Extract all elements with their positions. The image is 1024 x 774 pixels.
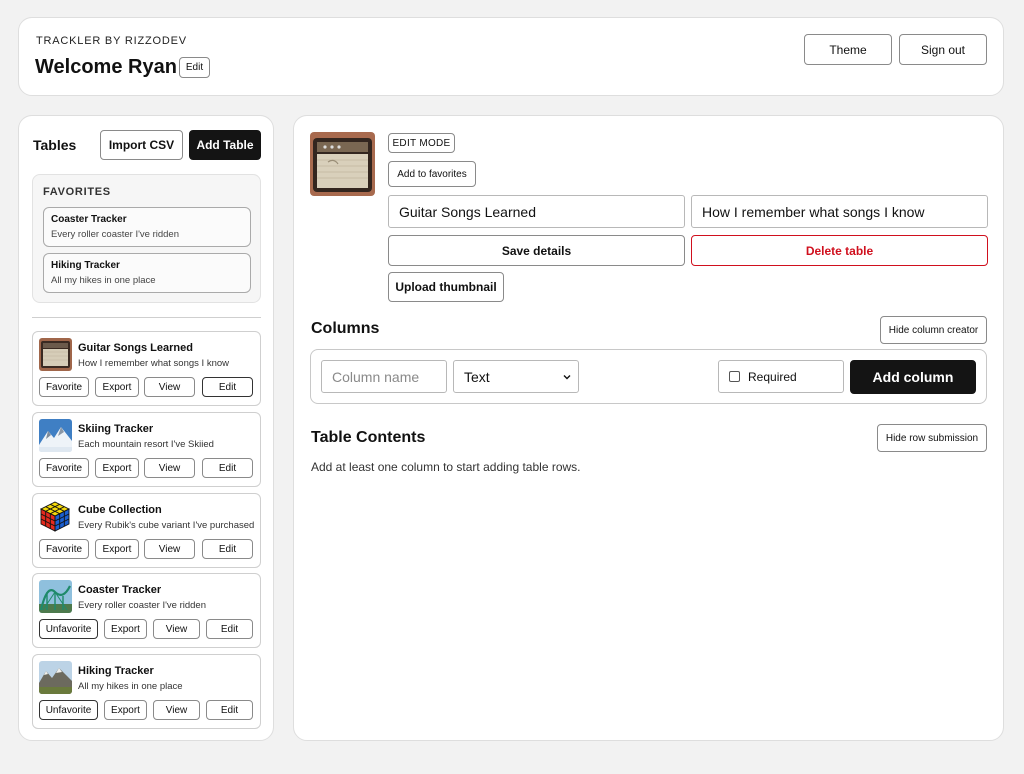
add-column-button[interactable]: Add column [850, 360, 976, 394]
edit-button[interactable]: Edit [202, 458, 253, 478]
edit-button[interactable]: Edit [206, 700, 253, 720]
table-title: Coaster Tracker [78, 584, 162, 596]
table-card: Guitar Songs Learned How I remember what… [32, 331, 261, 406]
table-title: Hiking Tracker [78, 665, 154, 677]
column-type-value: Text [464, 368, 490, 385]
mountains-icon [39, 661, 72, 694]
welcome-title: Welcome Ryan [35, 56, 177, 78]
hide-column-creator-button[interactable]: Hide column creator [880, 316, 987, 344]
edit-name-button[interactable]: Edit [179, 57, 210, 78]
table-desc: How I remember what songs I know [78, 358, 230, 369]
delete-table-button[interactable]: Delete table [691, 235, 988, 266]
add-to-favorites-button[interactable]: Add to favorites [388, 161, 476, 187]
table-contents-title: Table Contents [311, 429, 426, 446]
table-desc: All my hikes in one place [78, 681, 183, 692]
hide-row-submission-button[interactable]: Hide row submission [877, 424, 987, 452]
view-button[interactable]: View [144, 377, 195, 397]
unfavorite-button[interactable]: Unfavorite [39, 619, 98, 639]
favorite-desc: All my hikes in one place [51, 275, 156, 286]
export-button[interactable]: Export [95, 539, 139, 559]
table-title: Skiing Tracker [78, 423, 154, 435]
table-editor-panel: EDIT MODE Add to favorites Guitar Songs … [293, 115, 1004, 741]
table-title: Cube Collection [78, 504, 162, 516]
view-button[interactable]: View [144, 539, 195, 559]
table-card: Hiking Tracker All my hikes in one place… [32, 654, 261, 729]
app-eyebrow: TRACKLER BY RIZZODEV [36, 35, 187, 47]
favorites-heading: FAVORITES [43, 186, 111, 198]
table-desc: Every Rubik's cube variant I've purchase… [78, 520, 255, 531]
mountain-snow-icon [39, 419, 72, 452]
add-table-button[interactable]: Add Table [189, 130, 261, 160]
export-button[interactable]: Export [104, 700, 147, 720]
edit-mode-badge: EDIT MODE [388, 133, 455, 153]
amp-icon [39, 338, 72, 371]
table-card: Coaster Tracker Every roller coaster I'v… [32, 573, 261, 648]
column-name-input[interactable]: Column name [321, 360, 447, 393]
favorite-item[interactable]: Coaster Tracker Every roller coaster I'v… [43, 207, 251, 247]
favorites-panel: FAVORITES Coaster Tracker Every roller c… [32, 174, 261, 303]
favorite-desc: Every roller coaster I've ridden [51, 229, 180, 240]
import-csv-button[interactable]: Import CSV [100, 130, 183, 160]
column-type-select[interactable]: Text [453, 360, 579, 393]
table-name-field[interactable]: Guitar Songs Learned [388, 195, 685, 228]
empty-table-message: Add at least one column to start adding … [311, 460, 581, 474]
table-card: Cube Collection Every Rubik's cube varia… [32, 493, 261, 568]
theme-button[interactable]: Theme [804, 34, 892, 65]
export-button[interactable]: Export [104, 619, 147, 639]
sidebar-divider [32, 317, 261, 318]
favorite-button[interactable]: Favorite [39, 377, 89, 397]
edit-button[interactable]: Edit [206, 619, 253, 639]
tables-sidebar: Tables Import CSV Add Table FAVORITES Co… [18, 115, 274, 741]
required-toggle[interactable]: Required [718, 360, 844, 393]
edit-button[interactable]: Edit [202, 539, 253, 559]
view-button[interactable]: View [153, 700, 200, 720]
table-description-field[interactable]: How I remember what songs I know [691, 195, 988, 228]
table-card: Skiing Tracker Each mountain resort I've… [32, 412, 261, 487]
upload-thumbnail-button[interactable]: Upload thumbnail [388, 272, 504, 302]
table-title: Guitar Songs Learned [78, 342, 193, 354]
table-desc: Every roller coaster I've ridden [78, 600, 207, 611]
required-label: Required [748, 369, 797, 384]
view-button[interactable]: View [144, 458, 195, 478]
favorite-button[interactable]: Favorite [39, 458, 89, 478]
unfavorite-button[interactable]: Unfavorite [39, 700, 98, 720]
columns-title: Columns [311, 320, 380, 337]
sign-out-button[interactable]: Sign out [899, 34, 987, 65]
favorite-button[interactable]: Favorite [39, 539, 89, 559]
favorite-title: Coaster Tracker [51, 214, 127, 225]
table-desc: Each mountain resort I've Skiied [78, 439, 214, 450]
export-button[interactable]: Export [95, 377, 139, 397]
amp-icon [310, 132, 375, 196]
save-details-button[interactable]: Save details [388, 235, 685, 266]
view-button[interactable]: View [153, 619, 200, 639]
chevron-down-icon [563, 374, 571, 379]
roller-coaster-icon [39, 580, 72, 613]
favorite-title: Hiking Tracker [51, 260, 120, 271]
rubiks-cube-icon [39, 500, 72, 533]
edit-button[interactable]: Edit [202, 377, 253, 397]
required-checkbox[interactable] [729, 371, 740, 382]
favorite-item[interactable]: Hiking Tracker All my hikes in one place [43, 253, 251, 293]
column-creator: Column name Text Required Add column [310, 349, 987, 404]
tables-title: Tables [33, 137, 77, 153]
header-card: TRACKLER BY RIZZODEV Welcome Ryan Edit T… [18, 17, 1004, 96]
export-button[interactable]: Export [95, 458, 139, 478]
